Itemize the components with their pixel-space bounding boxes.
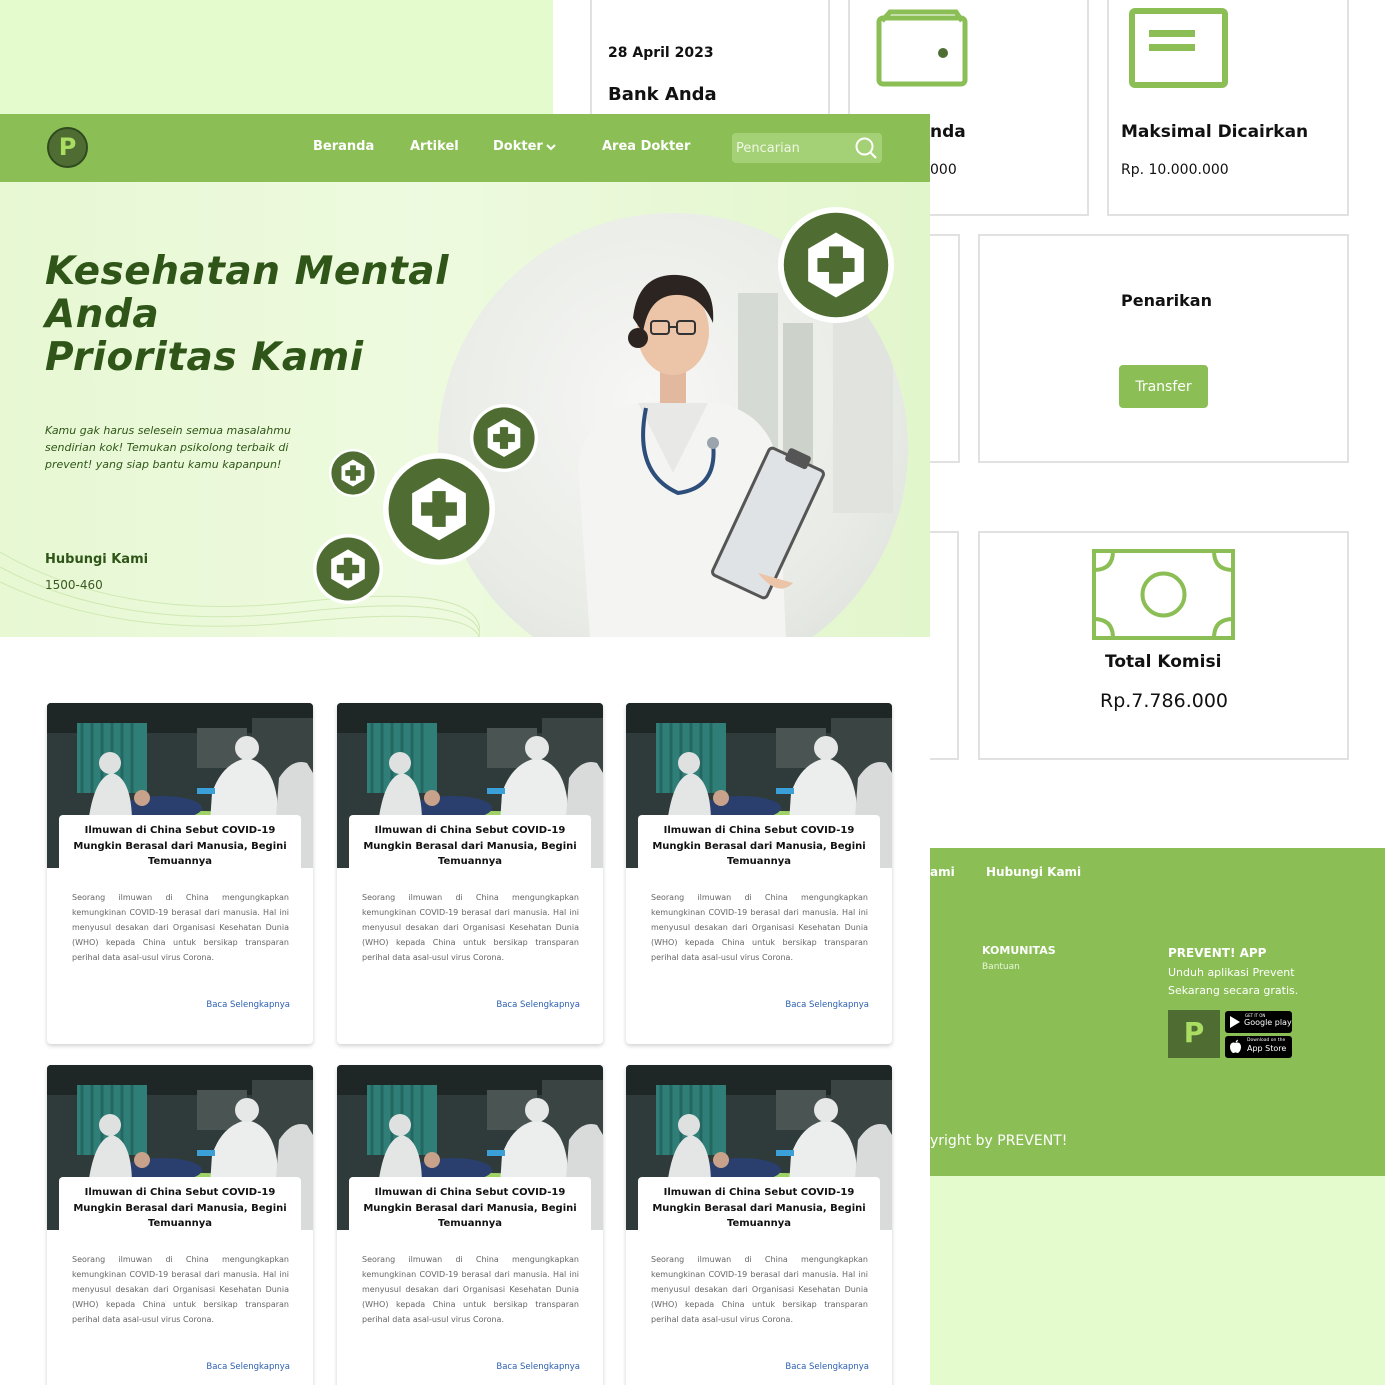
nav-link-area-dokter[interactable]: Area Dokter (602, 139, 690, 154)
app-store-small: Download on the (1247, 1038, 1286, 1043)
wallet-icon (876, 9, 968, 87)
article-card[interactable]: Ilmuwan di China Sebut COVID-19 Mungkin … (337, 1065, 603, 1385)
hero-description: Kamu gak harus selesein semua masalahmu … (45, 424, 291, 471)
article-title: Ilmuwan di China Sebut COVID-19 Mungkin … (363, 825, 577, 867)
dashboard-date: 28 April 2023 (608, 45, 714, 61)
document-icon (1129, 8, 1228, 88)
article-title: Ilmuwan di China Sebut COVID-19 Mungkin … (652, 825, 866, 867)
article-excerpt: Seorang ilmuwan di China mengungkapkan k… (72, 1255, 289, 1324)
article-card[interactable]: Ilmuwan di China Sebut COVID-19 Mungkin … (626, 1065, 892, 1385)
withdraw-title: Penarikan (1121, 291, 1212, 310)
logo-letter: P (58, 133, 77, 161)
website-page: P Beranda Artikel Dokter Area Dokter Kes… (0, 114, 930, 1385)
bank-title: Bank Anda (608, 84, 717, 105)
top-left-background (0, 0, 553, 114)
medical-badge-small-icon (329, 449, 377, 497)
article-card[interactable]: Ilmuwan di China Sebut COVID-19 Mungkin … (626, 703, 892, 1044)
footer-app-line2: Sekarang secara gratis. (1168, 984, 1299, 997)
footer-community-link[interactable]: Bantuan (982, 962, 1020, 972)
money-icon (1092, 549, 1235, 640)
max-withdraw-title: Maksimal Dicairkan (1121, 122, 1309, 142)
read-more-link[interactable]: Baca Selengkapnya (206, 1000, 290, 1010)
article-card[interactable]: Ilmuwan di China Sebut COVID-19 Mungkin … (47, 703, 313, 1044)
app-store-badge[interactable]: Download on the App Store (1225, 1036, 1292, 1058)
medical-badge-top-icon (470, 404, 538, 472)
navbar: P Beranda Artikel Dokter Area Dokter (0, 114, 930, 182)
article-title-box: Ilmuwan di China Sebut COVID-19 Mungkin … (59, 1177, 301, 1239)
search-icon[interactable] (854, 136, 878, 160)
hero-section: Kesehatan Mental Anda Prioritas Kami Kam… (0, 182, 930, 637)
withdraw-card (978, 234, 1349, 463)
commission-title: Total Komisi (1105, 652, 1222, 672)
article-excerpt: Seorang ilmuwan di China mengungkapkan k… (72, 893, 289, 962)
footer: ami Hubungi Kami KOMUNITAS Bantuan PREVE… (930, 848, 1385, 1176)
google-play-badge[interactable]: GET IT ON Google play (1225, 1011, 1292, 1033)
article-title: Ilmuwan di China Sebut COVID-19 Mungkin … (363, 1187, 577, 1229)
transfer-button[interactable]: Transfer (1119, 365, 1208, 408)
search-box (732, 133, 882, 163)
max-withdraw-value: Rp. 10.000.000 (1121, 162, 1229, 178)
app-store-label: App Store (1247, 1044, 1287, 1053)
hero-contact-phone: 1500-460 (45, 578, 103, 592)
read-more-link[interactable]: Baca Selengkapnya (206, 1362, 290, 1372)
read-more-link[interactable]: Baca Selengkapnya (496, 1000, 580, 1010)
medical-badge-large-icon (778, 207, 894, 323)
hero-title-line2: Anda (45, 292, 160, 337)
hero-title-line3: Prioritas Kami (45, 335, 364, 380)
medical-badge-bottom-icon (313, 534, 383, 604)
hero-title: Kesehatan Mental Anda Prioritas Kami (45, 250, 449, 379)
footer-community-title: KOMUNITAS (982, 944, 1056, 957)
bottom-right-background (930, 1176, 1385, 1385)
google-play-icon (1230, 1016, 1240, 1028)
article-title-box: Ilmuwan di China Sebut COVID-19 Mungkin … (638, 1177, 880, 1239)
article-title: Ilmuwan di China Sebut COVID-19 Mungkin … (73, 1187, 287, 1229)
read-more-link[interactable]: Baca Selengkapnya (785, 1000, 869, 1010)
article-title-box: Ilmuwan di China Sebut COVID-19 Mungkin … (638, 815, 880, 877)
chevron-down-icon[interactable] (545, 142, 557, 152)
article-excerpt: Seorang ilmuwan di China mengungkapkan k… (362, 1255, 579, 1324)
article-card[interactable]: Ilmuwan di China Sebut COVID-19 Mungkin … (47, 1065, 313, 1385)
app-logo-letter: P (1183, 1016, 1205, 1049)
nav-link-dokter[interactable]: Dokter (493, 139, 543, 154)
footer-app-title: PREVENT! APP (1168, 946, 1267, 960)
apple-icon (1230, 1039, 1241, 1053)
hero-title-line1: Kesehatan Mental (45, 249, 449, 294)
logo[interactable]: P (47, 127, 88, 168)
article-card[interactable]: Ilmuwan di China Sebut COVID-19 Mungkin … (337, 703, 603, 1044)
read-more-link[interactable]: Baca Selengkapnya (496, 1362, 580, 1372)
balance-title-partial: nda (930, 122, 966, 142)
article-excerpt: Seorang ilmuwan di China mengungkapkan k… (362, 893, 579, 962)
balance-value-partial: 000 (930, 162, 957, 178)
app-logo-icon: P (1168, 1010, 1220, 1058)
footer-copyright: yright by PREVENT! (930, 1133, 1068, 1149)
read-more-link[interactable]: Baca Selengkapnya (785, 1362, 869, 1372)
article-title: Ilmuwan di China Sebut COVID-19 Mungkin … (652, 1187, 866, 1229)
google-play-label: Google play (1244, 1018, 1292, 1027)
footer-app-line1: Unduh aplikasi Prevent (1168, 966, 1295, 979)
footer-link-partial[interactable]: ami (930, 865, 955, 879)
article-excerpt: Seorang ilmuwan di China mengungkapkan k… (651, 893, 868, 962)
nav-link-beranda[interactable]: Beranda (313, 139, 374, 154)
commission-value: Rp.7.786.000 (1100, 690, 1228, 712)
hero-contact-label: Hubungi Kami (45, 552, 149, 567)
article-title-box: Ilmuwan di China Sebut COVID-19 Mungkin … (349, 815, 591, 877)
article-title-box: Ilmuwan di China Sebut COVID-19 Mungkin … (349, 1177, 591, 1239)
article-title-box: Ilmuwan di China Sebut COVID-19 Mungkin … (59, 815, 301, 877)
article-title: Ilmuwan di China Sebut COVID-19 Mungkin … (73, 825, 287, 867)
footer-link-contact[interactable]: Hubungi Kami (986, 865, 1081, 879)
nav-link-artikel[interactable]: Artikel (410, 139, 459, 154)
article-excerpt: Seorang ilmuwan di China mengungkapkan k… (651, 1255, 868, 1324)
search-input[interactable] (736, 137, 850, 159)
